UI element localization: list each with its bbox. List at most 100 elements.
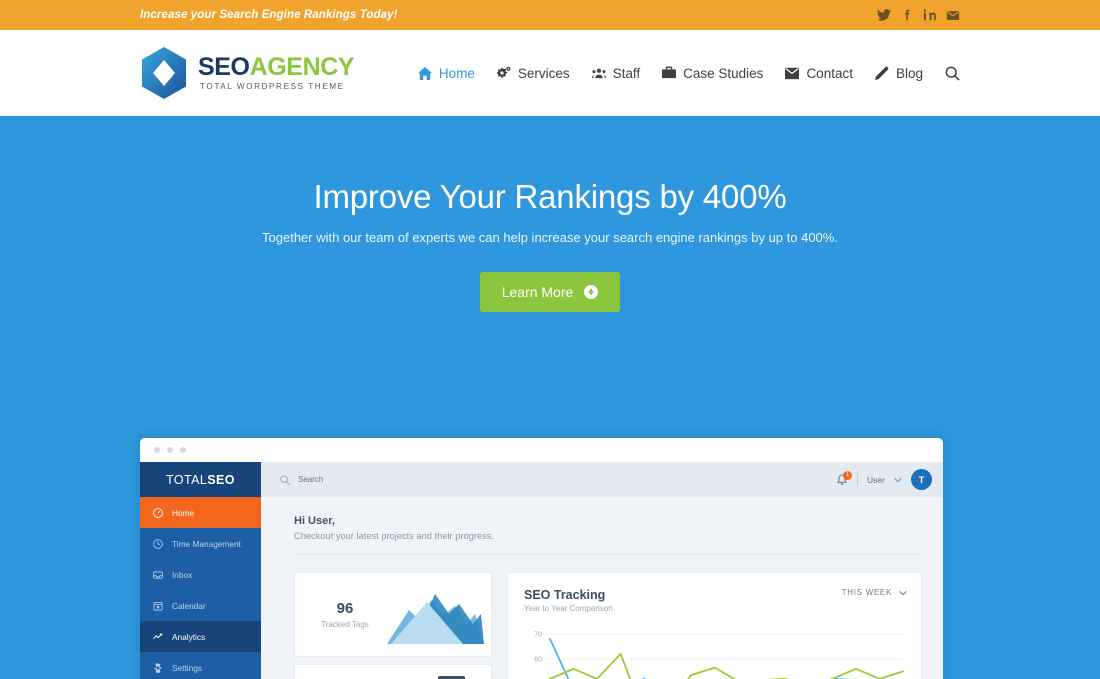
- nav-item-label: Staff: [612, 65, 641, 81]
- nav-item-label: Case Studies: [683, 65, 764, 81]
- y-axis-tick-label: 70: [534, 632, 542, 639]
- widget-stat: 96 Tracked Tags: [307, 600, 383, 629]
- envelope-icon: [785, 66, 800, 80]
- announcement-bar: Increase your Search Engine Rankings Tod…: [0, 0, 1100, 30]
- window-dot: [180, 447, 186, 453]
- sidebar-item-label: Calendar: [172, 600, 206, 611]
- search-input[interactable]: [298, 475, 458, 484]
- arrow-down-circle-icon: [584, 285, 599, 299]
- sidebar-item-label: Settings: [172, 662, 202, 673]
- twitter-icon[interactable]: [877, 8, 891, 22]
- user-menu-label[interactable]: User: [867, 475, 885, 485]
- site-logo[interactable]: SEOAGENCY TOTAL WORDPRESS THEME: [140, 46, 355, 100]
- gears-icon: [496, 66, 511, 80]
- dashboard-topbar-right: 1 User T: [836, 469, 932, 490]
- logo-agency-text: AGENCY: [249, 52, 355, 81]
- hero-section: Improve Your Rankings by 400% Together w…: [0, 116, 1100, 679]
- chart-line-icon: [153, 632, 163, 642]
- site-header: SEOAGENCY TOTAL WORDPRESS THEME Home Ser…: [0, 30, 1100, 116]
- home-icon: [417, 66, 432, 80]
- greeting-title: Hi User,: [294, 515, 335, 527]
- widget-conversations: 1,204 Conversations 1,204: [294, 664, 492, 679]
- social-links: [877, 8, 960, 22]
- dashboard-icon: [153, 507, 163, 518]
- email-icon[interactable]: [946, 8, 960, 22]
- nav-item-staff[interactable]: Staff: [591, 65, 641, 81]
- dashboard-topbar: 1 User T: [261, 462, 943, 497]
- announcement-text: Increase your Search Engine Rankings Tod…: [140, 9, 398, 21]
- window-dot: [154, 447, 160, 453]
- widget-column: 96 Tracked Tags: [294, 572, 492, 679]
- hero-title: Improve Your Rankings by 400%: [313, 178, 787, 215]
- search-icon: [280, 474, 290, 485]
- chart-column: SEO Tracking Year to Year Comparison THI…: [507, 572, 922, 679]
- nav-item-blog[interactable]: Blog: [874, 65, 923, 81]
- dashboard-search[interactable]: [280, 474, 836, 485]
- nav-item-label: Services: [517, 65, 570, 81]
- sidebar-item-analytics[interactable]: Analytics: [140, 621, 261, 652]
- content-divider: [294, 554, 922, 555]
- sidebar-item-time-management[interactable]: Time Management: [140, 528, 261, 559]
- nav-item-services[interactable]: Services: [496, 65, 570, 81]
- users-icon: [591, 66, 606, 80]
- greeting-subtitle: Checkout your latest projects and their …: [294, 531, 494, 541]
- chart-series-line: [549, 653, 904, 679]
- main-navigation: Home Services Staff Case Studies Contact: [417, 65, 960, 81]
- nav-item-home[interactable]: Home: [417, 65, 475, 81]
- sidebar-item-settings[interactable]: Settings: [140, 652, 261, 679]
- sidebar-item-label: Time Management: [172, 538, 241, 549]
- sidebar-item-inbox[interactable]: Inbox: [140, 559, 261, 590]
- seo-tracking-card: SEO Tracking Year to Year Comparison THI…: [507, 572, 922, 679]
- nav-item-contact[interactable]: Contact: [785, 66, 853, 81]
- logo-hexagon-icon: [142, 47, 186, 99]
- chevron-down-icon: [899, 590, 907, 596]
- y-axis-tick-label: 60: [534, 656, 542, 663]
- logo-seo-text: SEO: [198, 52, 250, 81]
- widget-value: 96: [336, 600, 354, 617]
- briefcase-icon: [662, 66, 677, 80]
- sidebar-item-calendar[interactable]: Calendar: [140, 590, 261, 621]
- dashboard-brand: TOTAL SEO: [140, 462, 261, 497]
- nav-item-label: Home: [438, 65, 475, 81]
- sidebar-item-label: Analytics: [172, 631, 206, 642]
- chart-title: SEO Tracking: [524, 588, 606, 602]
- chart-period-label: THIS WEEK: [841, 588, 892, 597]
- facebook-icon[interactable]: [900, 8, 914, 22]
- avatar[interactable]: T: [911, 469, 932, 490]
- topbar-divider: [857, 473, 859, 486]
- nav-item-case-studies[interactable]: Case Studies: [662, 66, 763, 81]
- dashboard-main: 1 User T Hi User, Checkout your latest p…: [261, 462, 943, 679]
- sparkline-chart: 1,204: [383, 665, 493, 679]
- widget-label: Tracked Tags: [321, 620, 369, 629]
- chevron-down-icon[interactable]: [894, 477, 902, 483]
- sidebar-item-label: Inbox: [172, 569, 193, 580]
- inbox-icon: [153, 570, 163, 580]
- mockup-titlebar: [140, 438, 943, 462]
- brand-light-text: TOTAL: [166, 472, 208, 487]
- dashboard-mockup: TOTAL SEO Home Time Management Inbox Cal…: [140, 438, 943, 679]
- window-dot: [167, 447, 173, 453]
- dashboard-sidebar: TOTAL SEO Home Time Management Inbox Cal…: [140, 462, 261, 679]
- notification-badge: 1: [843, 470, 853, 480]
- brand-bold-text: SEO: [207, 472, 235, 487]
- chart-period-selector[interactable]: THIS WEEK: [842, 588, 907, 597]
- sidebar-item-label: Home: [172, 507, 195, 518]
- chart-subtitle: Year to Year Comparison: [524, 604, 613, 613]
- mountain-area-chart: [383, 573, 489, 656]
- nav-item-label: Contact: [806, 65, 853, 81]
- dashboard-content: Hi User, Checkout your latest projects a…: [261, 497, 943, 679]
- widget-tracked-tags: 96 Tracked Tags: [294, 572, 492, 657]
- clock-icon: [153, 538, 163, 549]
- linkedin-icon[interactable]: [923, 8, 937, 22]
- seo-tracking-chart: 2040506070: [524, 621, 907, 679]
- pencil-icon: [874, 66, 889, 80]
- hero-subtitle: Together with our team of experts we can…: [262, 230, 838, 245]
- calendar-icon: [153, 601, 163, 611]
- nav-item-label: Blog: [895, 65, 923, 81]
- search-icon[interactable]: [945, 66, 960, 81]
- learn-more-button[interactable]: Learn More: [479, 272, 621, 312]
- bell-icon[interactable]: 1: [836, 470, 853, 486]
- sidebar-item-home[interactable]: Home: [140, 497, 261, 528]
- learn-more-label: Learn More: [501, 284, 574, 300]
- gear-icon: [153, 662, 163, 673]
